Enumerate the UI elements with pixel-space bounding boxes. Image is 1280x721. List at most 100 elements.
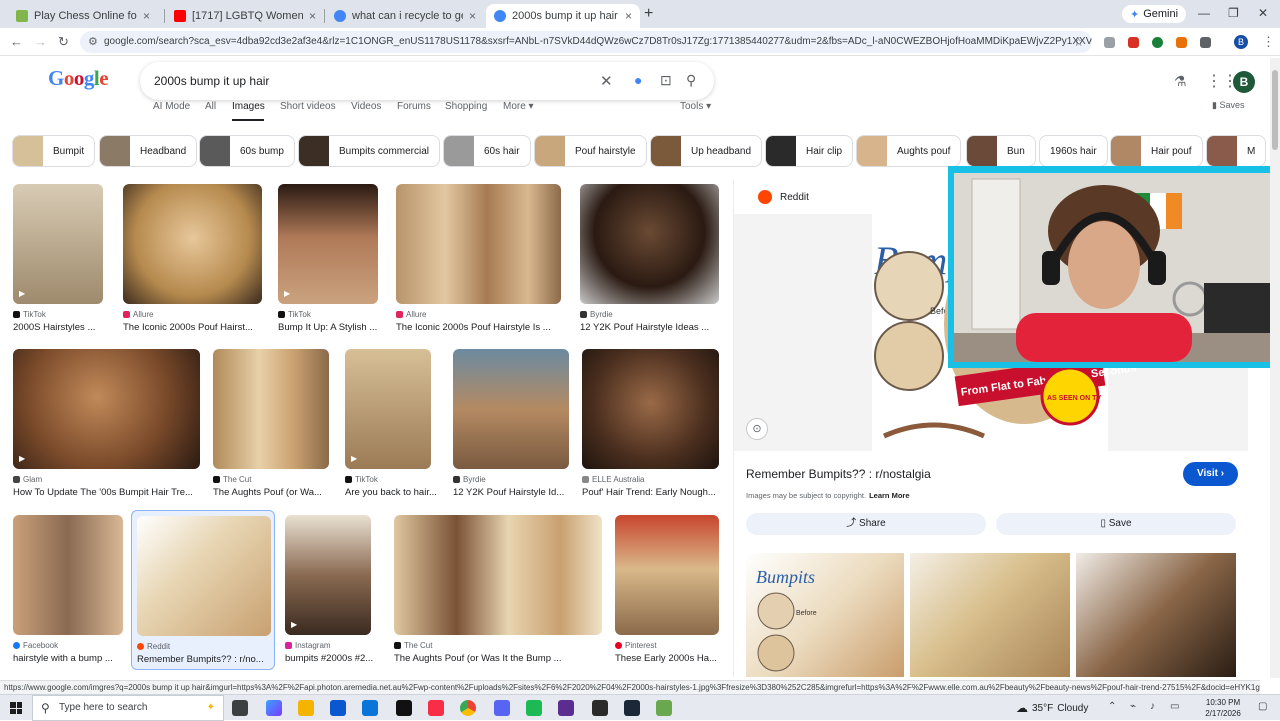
reload-icon[interactable]: ↻ xyxy=(58,34,69,50)
spotify-icon[interactable] xyxy=(526,700,542,716)
taskbar-search[interactable]: ⚲ Type here to search ✦ xyxy=(32,695,224,721)
forward-icon[interactable]: → xyxy=(34,34,47,49)
panel-title[interactable]: Remember Bumpits?? : r/nostalgia xyxy=(746,467,931,481)
clear-icon[interactable]: ✕ xyxy=(600,72,613,90)
chip-bun[interactable]: Bun xyxy=(966,135,1036,167)
music-icon[interactable] xyxy=(428,700,444,716)
google-logo[interactable]: Google xyxy=(48,66,109,91)
steam-icon[interactable] xyxy=(624,700,640,716)
network-icon[interactable]: ⌁ xyxy=(1130,701,1136,712)
related-image[interactable] xyxy=(910,553,1070,677)
close-icon[interactable]: × xyxy=(469,9,476,23)
chip-up-headband[interactable]: Up headband xyxy=(650,135,763,167)
app-icon[interactable] xyxy=(558,700,574,716)
outlook-icon[interactable] xyxy=(362,700,378,716)
taskbar-clock[interactable]: 10:30 PM 2/17/2026 xyxy=(1198,697,1248,719)
chip-pouf-hairstyle[interactable]: Pouf hairstyle xyxy=(534,135,647,167)
saves-link[interactable]: ▮ Saves xyxy=(1212,100,1244,111)
battery-icon[interactable]: ▭ xyxy=(1170,701,1179,712)
tray-chevron-icon[interactable]: ⌃ xyxy=(1108,701,1116,712)
browser-tab-active[interactable]: 2000s bump it up hair - Google × xyxy=(486,4,640,28)
chip-bumpit[interactable]: Bumpit xyxy=(12,135,96,167)
image-result[interactable]: Allure The Iconic 2000s Pouf Hairstyle I… xyxy=(396,184,561,334)
microphone-icon[interactable]: ● xyxy=(634,72,642,88)
image-result[interactable]: ELLE Australia Pouf' Hair Trend: Early N… xyxy=(582,349,720,499)
tab-videos[interactable]: Videos xyxy=(351,101,381,112)
search-icon[interactable]: ⚲ xyxy=(686,72,696,89)
image-result[interactable]: Allure The Iconic 2000s Pouf Hairst... xyxy=(123,184,263,334)
close-icon[interactable]: × xyxy=(309,9,316,23)
gemini-button[interactable]: ✦ Gemini xyxy=(1122,5,1187,23)
extension-icon[interactable] xyxy=(1104,37,1115,48)
visit-button[interactable]: Visit › xyxy=(1183,462,1239,486)
image-result[interactable]: Byrdie 12 Y2K Pouf Hairstyle Ideas ... xyxy=(580,184,720,334)
tab-more[interactable]: More ▾ xyxy=(503,101,534,112)
chip-bumpits-commercial[interactable]: Bumpits commercial xyxy=(298,135,441,167)
tab-short-videos[interactable]: Short videos xyxy=(280,101,336,112)
browser-tab[interactable]: [1717] LGBTQ Women vs. Form × xyxy=(166,4,324,28)
address-bar[interactable]: ⚙ google.com/search?sca_esv=4dba92cd3e2a… xyxy=(80,31,1092,53)
notification-icon[interactable]: ▢ xyxy=(1258,701,1267,712)
chip-hair-clip[interactable]: Hair clip xyxy=(765,135,854,167)
tab-shopping[interactable]: Shopping xyxy=(445,101,487,112)
extension-icon[interactable] xyxy=(1176,37,1187,48)
weather-widget[interactable]: ☁ 35°F Cloudy xyxy=(1016,701,1088,715)
chip-60s-hair[interactable]: 60s hair xyxy=(443,135,531,167)
volume-icon[interactable]: ♪ xyxy=(1150,701,1155,712)
tab-all[interactable]: All xyxy=(205,101,216,112)
tab-ai-mode[interactable]: AI Mode xyxy=(153,101,190,112)
back-icon[interactable]: ← xyxy=(10,34,23,49)
new-tab-icon[interactable]: + xyxy=(644,5,653,23)
learn-more-link[interactable]: Learn More xyxy=(869,491,909,500)
image-result[interactable]: ▶ TikTok Are you back to hair... xyxy=(345,349,437,499)
extensions-puzzle-icon[interactable] xyxy=(1200,37,1211,48)
browser-tab[interactable]: Play Chess Online for FREE - 2 Pl × xyxy=(8,4,158,28)
task-view-icon[interactable] xyxy=(232,700,248,716)
window-close-icon[interactable]: ✕ xyxy=(1258,6,1268,20)
extension-icon[interactable] xyxy=(1128,37,1139,48)
close-icon[interactable]: × xyxy=(625,9,632,23)
image-result[interactable]: ▶ Glam How To Update The '00s Bumpit Hai… xyxy=(13,349,201,499)
tools-button[interactable]: Tools ▾ xyxy=(680,101,711,112)
chip-hair-pouf[interactable]: Hair pouf xyxy=(1110,135,1203,167)
panel-source[interactable]: Reddit xyxy=(758,190,809,204)
share-button[interactable]: ⤴ Share xyxy=(746,513,986,535)
bookmark-star-icon[interactable]: ☆ xyxy=(1073,31,1084,53)
image-result[interactable]: The Cut The Aughts Pouf (or Wa... xyxy=(213,349,329,499)
lens-search-icon[interactable]: ⊙ xyxy=(746,418,768,440)
image-result[interactable]: Byrdie 12 Y2K Pouf Hairstyle Id... xyxy=(453,349,569,499)
site-info-icon[interactable]: ⚙ xyxy=(88,31,98,53)
discord-icon[interactable] xyxy=(494,700,510,716)
windows-start-icon[interactable] xyxy=(10,702,22,714)
page-scrollbar[interactable] xyxy=(1270,58,1280,678)
restore-icon[interactable]: ❐ xyxy=(1228,6,1239,20)
copilot-icon[interactable] xyxy=(266,700,282,716)
lens-camera-icon[interactable]: ⊡ xyxy=(660,72,672,89)
calculator-icon[interactable] xyxy=(592,700,608,716)
image-result[interactable]: Pinterest These Early 2000s Ha... xyxy=(615,515,720,665)
image-result[interactable]: ▶ Instagram bumpits #2000s #2... xyxy=(285,515,375,665)
tab-images[interactable]: Images xyxy=(232,101,265,112)
chip-1960s-hair[interactable]: 1960s hair xyxy=(1039,135,1108,167)
close-icon[interactable]: × xyxy=(143,9,150,23)
related-image[interactable] xyxy=(1076,553,1236,677)
extension-icon[interactable] xyxy=(1152,37,1163,48)
related-image[interactable]: Bumpits Before xyxy=(746,553,904,677)
image-result[interactable]: The Cut The Aughts Pouf (or Was It the B… xyxy=(394,515,602,665)
minimize-icon[interactable]: — xyxy=(1198,6,1210,20)
account-avatar[interactable]: B xyxy=(1233,71,1255,93)
chip-60s-bump[interactable]: 60s bump xyxy=(199,135,295,167)
search-input[interactable] xyxy=(154,62,594,100)
browser-tab[interactable]: what can i recycle to get proce × xyxy=(326,4,484,28)
minecraft-icon[interactable] xyxy=(656,700,672,716)
file-explorer-icon[interactable] xyxy=(298,700,314,716)
chip-aughts-pouf[interactable]: Aughts pouf xyxy=(856,135,962,167)
chrome-icon[interactable] xyxy=(460,700,476,716)
store-icon[interactable] xyxy=(330,700,346,716)
save-button[interactable]: ▯ Save xyxy=(996,513,1236,535)
tab-forums[interactable]: Forums xyxy=(397,101,431,112)
labs-flask-icon[interactable]: ⚗ xyxy=(1174,73,1187,90)
profile-avatar[interactable]: B xyxy=(1234,35,1248,49)
menu-kebab-icon[interactable]: ⋮ xyxy=(1262,34,1275,50)
image-result-selected[interactable]: Reddit Remember Bumpits?? : r/no... xyxy=(131,510,275,670)
